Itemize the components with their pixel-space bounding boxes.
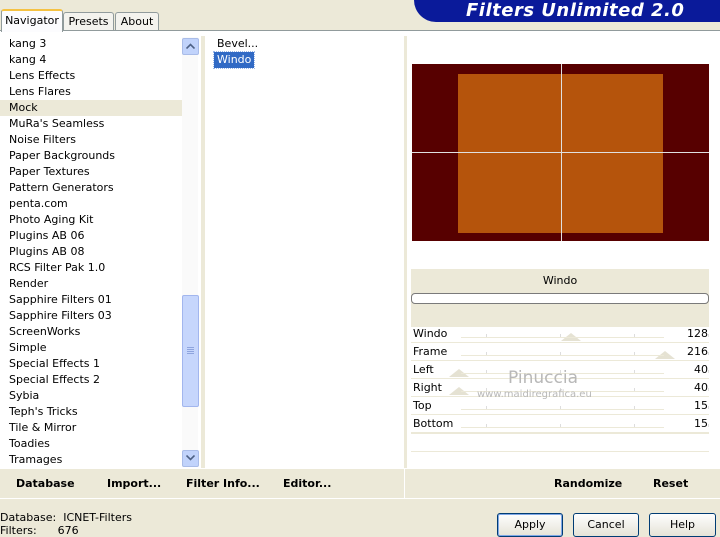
category-item[interactable]: Plugins AB 08 [0, 244, 182, 260]
chevron-up-icon [186, 43, 195, 49]
param-label: Windo [413, 327, 448, 340]
category-item[interactable]: Lens Effects [0, 68, 182, 84]
category-item[interactable]: Toadies [0, 436, 182, 452]
filter-item[interactable]: Bevel... [206, 36, 404, 52]
category-list[interactable]: kang 3 kang 4 Lens Effects Lens Flares Mock M… [0, 36, 182, 468]
filter-item-label: Bevel... [217, 37, 259, 50]
database-button[interactable]: Database [16, 477, 75, 490]
param-value: 40 [694, 381, 708, 394]
tab-bar: Navigator Presets About [0, 0, 420, 32]
slider-tick [708, 334, 709, 337]
import-button[interactable]: Import... [107, 477, 161, 490]
tab-about[interactable]: About [115, 12, 159, 30]
help-button[interactable]: Help [649, 513, 716, 537]
category-item[interactable]: kang 4 [0, 52, 182, 68]
slider-tick [708, 370, 709, 373]
toolbar-separator [404, 469, 411, 498]
filter-item-label: Windo [212, 51, 256, 69]
database-value: ICNET-Filters [63, 511, 132, 524]
param-value: 216 [687, 345, 708, 358]
category-item[interactable]: Teph's Tricks [0, 404, 182, 420]
category-item[interactable]: Paper Textures [0, 164, 182, 180]
header-banner: Filters Unlimited 2.0 [414, 0, 720, 22]
randomize-button[interactable]: Randomize [554, 477, 622, 490]
category-item[interactable]: Photo Aging Kit [0, 212, 182, 228]
selected-filter-name: Windo [542, 274, 578, 287]
chevron-down-icon [186, 455, 195, 461]
category-item[interactable]: Simple [0, 340, 182, 356]
category-item[interactable]: Tramages [0, 452, 182, 468]
bottom-toolbar: Database Import... Filter Info... Editor… [0, 469, 720, 498]
scroll-down-button[interactable] [182, 450, 199, 467]
category-item[interactable]: Pattern Generators [0, 180, 182, 196]
apply-button[interactable]: Apply [497, 513, 563, 537]
param-label: Frame [413, 345, 448, 358]
tab-presets[interactable]: Presets [63, 12, 114, 30]
filters-count: 676 [57, 524, 79, 537]
slider-tick [708, 406, 709, 409]
category-item[interactable]: Special Effects 1 [0, 356, 182, 372]
app-title: Filters Unlimited 2.0 [466, 0, 685, 21]
category-item[interactable]: penta.com [0, 196, 182, 212]
category-item[interactable]: Sybia [0, 388, 182, 404]
filters-label: Filters: [0, 524, 37, 537]
editor-button[interactable]: Editor... [283, 477, 331, 490]
param-slider-track[interactable] [461, 409, 664, 410]
param-slider-track[interactable] [461, 427, 664, 428]
scroll-thumb[interactable] [182, 295, 199, 407]
category-item[interactable]: Tile & Mirror [0, 420, 182, 436]
param-label: Top [413, 399, 432, 412]
category-scrollbar[interactable] [182, 37, 199, 467]
slider-tick [708, 424, 709, 427]
category-item[interactable]: Paper Backgrounds [0, 148, 182, 164]
param-value: 40 [694, 363, 708, 376]
category-item[interactable]: MuRa's Seamless [0, 116, 182, 132]
param-row-bottom[interactable]: Bottom 15 [411, 415, 709, 432]
param-row-windo[interactable]: Windo 128 [411, 325, 709, 342]
category-item[interactable]: RCS Filter Pak 1.0 [0, 260, 182, 276]
status-area: Database: ICNET-Filters Filters: 676 [0, 511, 132, 537]
preview-image[interactable] [412, 64, 709, 241]
scroll-up-button[interactable] [182, 38, 199, 55]
empty-param-row [411, 451, 709, 469]
progress-bar [411, 293, 709, 304]
slider-tick [708, 352, 709, 355]
database-label: Database: [0, 511, 57, 524]
category-item[interactable]: Noise Filters [0, 132, 182, 148]
category-item[interactable]: Special Effects 2 [0, 372, 182, 388]
param-row-frame[interactable]: Frame 216 [411, 343, 709, 360]
watermark-name: Pinuccia [508, 368, 578, 388]
param-slider-track[interactable] [461, 355, 664, 356]
filter-info-button[interactable]: Filter Info... [186, 477, 260, 490]
preview-crosshair-horizontal [412, 152, 709, 153]
param-value: 15 [694, 399, 708, 412]
category-item[interactable]: Sapphire Filters 03 [0, 308, 182, 324]
param-value: 128 [687, 327, 708, 340]
category-item[interactable]: Render [0, 276, 182, 292]
watermark-url: www.maidiregrafica.eu [477, 389, 592, 400]
slider-tick [708, 388, 709, 391]
preview-separator [404, 36, 407, 468]
param-slider-track[interactable] [461, 337, 664, 338]
category-item[interactable]: Mock [0, 100, 182, 116]
category-item[interactable]: Lens Flares [0, 84, 182, 100]
param-value: 15 [694, 417, 708, 430]
tab-navigator[interactable]: Navigator [1, 9, 63, 32]
empty-param-row [411, 433, 709, 451]
reset-button[interactable]: Reset [653, 477, 688, 490]
param-label: Left [413, 363, 434, 376]
filter-item[interactable]: Windo [206, 51, 404, 69]
filter-list[interactable]: Bevel... Windo [206, 36, 404, 468]
param-label: Bottom [413, 417, 454, 430]
category-item[interactable]: kang 3 [0, 36, 182, 52]
category-item[interactable]: ScreenWorks [0, 324, 182, 340]
param-label: Right [413, 381, 442, 394]
category-item[interactable]: Plugins AB 06 [0, 228, 182, 244]
category-item[interactable]: Sapphire Filters 01 [0, 292, 182, 308]
list-separator [201, 36, 205, 468]
cancel-button[interactable]: Cancel [573, 513, 639, 537]
